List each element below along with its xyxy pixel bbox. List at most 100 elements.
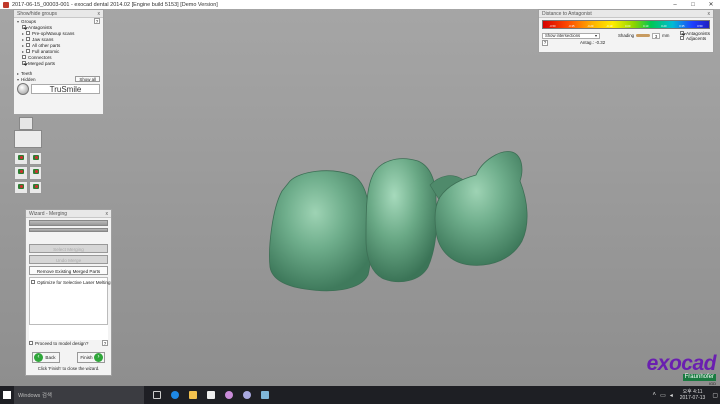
task-view-icon[interactable] [148, 386, 166, 404]
proceed-option[interactable]: Proceed to model design? ? [26, 340, 111, 346]
edge-icon[interactable] [166, 386, 184, 404]
volume-icon[interactable]: ◂ [670, 392, 673, 399]
group-checkbox[interactable] [26, 31, 31, 35]
viewer-app-icon[interactable] [256, 386, 274, 404]
adjacents-toggle[interactable]: Adjacents [679, 35, 710, 41]
back-button[interactable]: ‹ Back [32, 352, 60, 363]
group-item[interactable]: Merged parts [14, 60, 103, 66]
proceed-checkbox[interactable] [29, 341, 33, 345]
expand-arrow-icon[interactable]: ▸ [22, 37, 24, 42]
file-explorer-icon[interactable] [184, 386, 202, 404]
back-arrow-icon: ‹ [34, 353, 43, 362]
optimize-option[interactable]: Optimize for Selective Laser Melting [31, 279, 111, 285]
adjacents-checkbox[interactable] [679, 36, 684, 40]
group-checkbox[interactable] [26, 43, 31, 47]
distance-panel-title: Distance to Antagonist [542, 10, 592, 17]
view-occlusal-icon[interactable] [14, 180, 28, 194]
store-icon[interactable] [202, 386, 220, 404]
scale-label: -0.35 [568, 24, 575, 28]
group-item-label: Merged parts [28, 60, 56, 66]
collapse-arrow-icon[interactable]: ▾ [17, 19, 19, 24]
toggle-checkboxes: Antagonists Adjacents [679, 31, 710, 41]
group-item-label: Connectors [28, 54, 52, 60]
view-lingual-icon[interactable] [28, 152, 42, 166]
trusmile-button[interactable]: TruSmile [31, 84, 100, 94]
minimize-button[interactable]: – [666, 2, 684, 8]
wizard-title: Wizard - Merging [29, 210, 68, 217]
view-direction-grid [14, 152, 42, 194]
optimize-checkbox[interactable] [31, 280, 35, 284]
optimize-label: Optimize for Selective Laser Melting [37, 279, 111, 285]
scale-label: -0.10 [606, 24, 613, 28]
search-placeholder: Windows 검색 [18, 393, 52, 399]
scale-label: 0.20 [661, 24, 667, 28]
select-merging-button[interactable]: Select Merging [29, 244, 108, 253]
view-buccal-icon[interactable] [14, 152, 28, 166]
scale-label: -0.50 [549, 24, 556, 28]
close-icon[interactable]: x [106, 211, 109, 217]
group-item-label: Jaw scans [32, 36, 54, 42]
groups-panel-header: Show/hide groups x [14, 10, 103, 18]
expand-arrow-icon[interactable]: ▸ [17, 71, 19, 76]
exocad-app-icon-2[interactable] [238, 386, 256, 404]
group-checkbox[interactable] [22, 61, 26, 65]
close-icon[interactable]: x [98, 11, 101, 17]
navigation-arrows-icon[interactable] [14, 130, 42, 148]
shading-value-input[interactable]: 3 [652, 32, 661, 39]
expand-arrow-icon[interactable]: ▸ [22, 43, 24, 48]
show-all-button[interactable]: Show all [75, 76, 100, 82]
clock[interactable]: 오후 4:11 2017-07-13 [680, 389, 706, 401]
group-item-label: Antagonists [28, 24, 53, 30]
group-checkbox[interactable] [26, 37, 31, 41]
start-button[interactable] [0, 386, 14, 404]
wizard-header: Wizard - Merging x [26, 210, 111, 218]
close-icon[interactable]: x [708, 11, 711, 17]
help-button[interactable]: ? [542, 39, 548, 46]
view-distal-icon[interactable] [28, 166, 42, 180]
action-center-icon[interactable]: ▢ [712, 392, 718, 399]
options-area: Optimize for Selective Laser Melting [29, 277, 111, 325]
exocad-app-icon[interactable] [220, 386, 238, 404]
brand-row: TruSmile [14, 82, 103, 96]
group-item-label: All other parts [32, 42, 61, 48]
view-cube-icon[interactable] [19, 117, 33, 130]
notification-up-icon[interactable]: ˄ [653, 392, 657, 398]
help-button[interactable]: ? [102, 340, 108, 346]
taskbar-search[interactable]: Windows 검색 [14, 386, 144, 404]
title-bar: 2017-06-15_00003-001 - exocad dental 201… [0, 0, 720, 9]
show-intersections-dropdown[interactable]: Show intersections ▾ [542, 32, 600, 39]
hidden-label: Hidden [21, 76, 36, 82]
wizard-panel: Wizard - Merging x Select Merging Undo M… [25, 209, 112, 376]
finish-button[interactable]: Finish › [77, 352, 105, 363]
remove-merged-parts-button[interactable]: Remove Existing Merged Parts [29, 266, 108, 275]
maximize-button[interactable]: □ [684, 2, 702, 8]
taskbar: Windows 검색 ˄ ▭ ◂ 오후 4:11 2017-07-13 ▢ [0, 386, 720, 404]
group-checkbox[interactable] [22, 55, 26, 59]
network-icon[interactable]: ▭ [660, 392, 666, 399]
groups-panel-title: Show/hide groups [17, 10, 58, 17]
group-checkbox[interactable] [26, 49, 31, 53]
expand-arrow-icon[interactable]: ▸ [22, 31, 24, 36]
shading-slider[interactable] [636, 34, 651, 37]
back-label: Back [45, 355, 56, 360]
wizard-step-bar [29, 228, 108, 232]
chevron-down-icon: ▾ [594, 33, 597, 38]
units-label: mm [662, 33, 670, 38]
tooth-logo-icon [17, 83, 29, 95]
system-tray: ˄ ▭ ◂ 오후 4:11 2017-07-13 ▢ [651, 389, 720, 401]
scale-label: 0.00 [625, 24, 631, 28]
antagonists-checkbox[interactable] [679, 31, 684, 35]
adjacents-label: Adjacents [685, 35, 707, 41]
help-button[interactable]: ? [94, 18, 100, 24]
expand-arrow-icon[interactable]: ▸ [22, 49, 24, 54]
fraunhofer-badge: Fraunhofer [682, 374, 716, 381]
collapse-arrow-icon[interactable]: ▾ [17, 77, 19, 82]
view-apical-icon[interactable] [28, 180, 42, 194]
close-button[interactable]: ✕ [702, 1, 720, 8]
undo-merge-button[interactable]: Undo Merge [29, 255, 108, 264]
scale-label: -0.20 [587, 24, 594, 28]
group-checkbox[interactable] [22, 25, 26, 29]
scale-label: 0.10 [643, 24, 649, 28]
windows-logo-icon [3, 391, 11, 399]
view-mesial-icon[interactable] [14, 166, 28, 180]
